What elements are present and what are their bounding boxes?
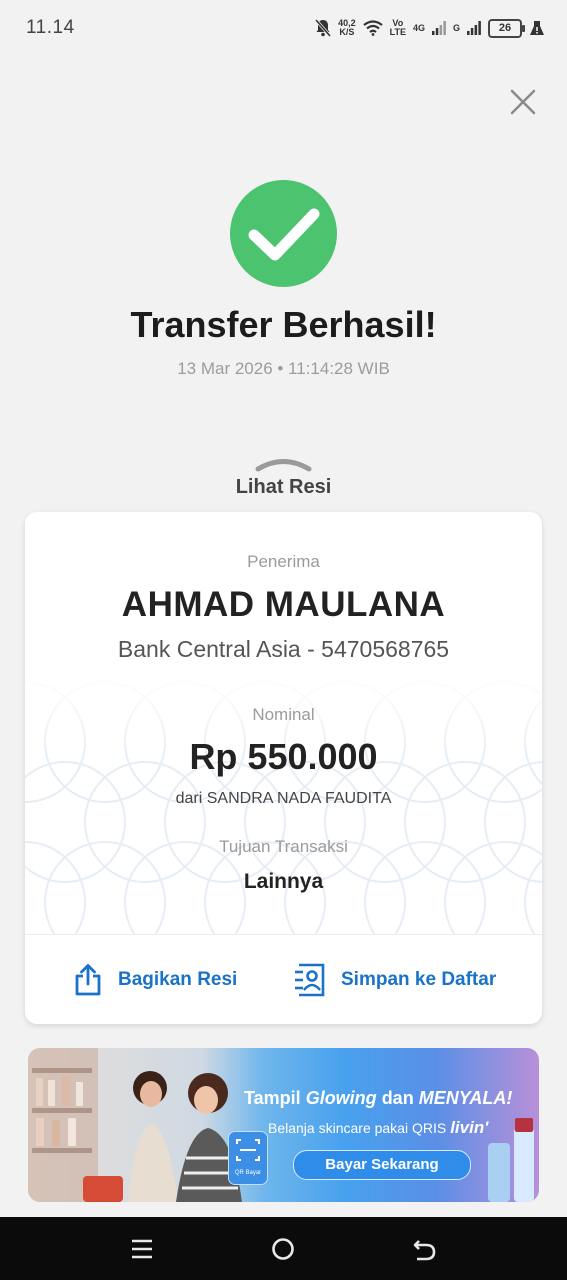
home-icon xyxy=(272,1238,294,1260)
signal-icon-1 xyxy=(431,21,446,35)
receipt-card: Penerima AHMAD MAULANA Bank Central Asia… xyxy=(25,512,542,1024)
save-to-list-button[interactable]: Simpan ke Daftar xyxy=(293,960,496,1000)
banner-qris-badge: QR Bayar xyxy=(228,1131,268,1185)
share-icon xyxy=(75,964,101,996)
network-g: G xyxy=(452,22,460,33)
banner-qris-label: QR Bayar xyxy=(234,1170,262,1176)
share-receipt-label: Bagikan Resi xyxy=(118,969,238,990)
status-time: 11.14 xyxy=(26,17,75,38)
pay-now-button[interactable]: Bayar Sekarang xyxy=(293,1150,471,1180)
recipient-label: Penerima xyxy=(247,552,320,571)
net-speed-unit: K/S xyxy=(339,27,355,37)
volte-line2: LTE xyxy=(389,27,406,37)
banner-subtitle-text: Belanja skincare pakai QRIS xyxy=(268,1120,447,1136)
wifi-icon xyxy=(362,20,383,36)
amount-value: Rp 550.000 xyxy=(189,736,378,777)
status-icons: 40,2 K/S Vo LTE 4G G 26 xyxy=(315,14,545,42)
back-icon xyxy=(413,1240,436,1261)
banner-headline-part1: Tampil xyxy=(244,1088,306,1108)
signal-icon-2 xyxy=(467,21,481,35)
banner-subtitle: Belanja skincare pakai QRIS livin' xyxy=(268,1118,488,1138)
nav-back-button[interactable] xyxy=(409,1233,441,1265)
nav-recent-button[interactable] xyxy=(126,1233,158,1265)
share-receipt-button[interactable]: Bagikan Resi xyxy=(72,960,237,1000)
close-button[interactable] xyxy=(507,86,539,118)
nav-home-button[interactable] xyxy=(267,1233,299,1265)
page-title: Transfer Berhasil! xyxy=(130,304,437,345)
volte-indicator: Vo LTE xyxy=(390,19,406,37)
close-icon xyxy=(510,89,536,115)
success-badge xyxy=(230,180,337,287)
banner-headline-em2: MENYALA! xyxy=(418,1088,513,1108)
banner-brand-logo: livin' xyxy=(450,1118,489,1137)
alert-icon xyxy=(530,21,544,35)
mute-icon xyxy=(315,19,332,37)
system-nav-bar xyxy=(0,1217,567,1280)
net-speed: 40,2 K/S xyxy=(338,19,356,37)
banner-headline-em: Glowing xyxy=(305,1088,377,1108)
purpose-label: Tujuan Transaksi xyxy=(219,837,348,856)
recipient-name: AHMAD MAULANA xyxy=(121,585,446,624)
view-receipt-toggle[interactable]: Lihat Resi xyxy=(203,452,364,502)
recipient-bank-account: Bank Central Asia - 5470568765 xyxy=(117,636,450,662)
contact-save-icon xyxy=(295,963,325,997)
transaction-datetime: 13 Mar 2026 • 11:14:28 WIB xyxy=(177,359,390,378)
view-receipt-label: Lihat Resi xyxy=(235,476,332,498)
banner-headline-part2: dan xyxy=(376,1088,419,1108)
amount-label: Nominal xyxy=(252,705,315,724)
battery-indicator: 26 xyxy=(488,18,525,38)
qr-scan-icon xyxy=(236,1139,260,1161)
save-to-list-label: Simpan ke Daftar xyxy=(341,969,497,990)
purpose-value: Lainnya xyxy=(243,870,324,893)
card-divider xyxy=(25,934,542,935)
banner-headline: Tampil Glowing dan MENYALA! xyxy=(244,1088,512,1109)
network-4g: 4G xyxy=(412,22,425,33)
chevron-up-icon xyxy=(255,459,312,472)
promo-banner[interactable]: Tampil Glowing dan MENYALA! Belanja skin… xyxy=(28,1048,539,1202)
check-icon xyxy=(248,208,320,261)
status-bar: 11.14 40,2 K/S Vo LTE 4G G 26 xyxy=(0,0,567,58)
menu-icon xyxy=(132,1239,152,1259)
sender-name: dari SANDRA NADA FAUDITA xyxy=(175,790,392,807)
